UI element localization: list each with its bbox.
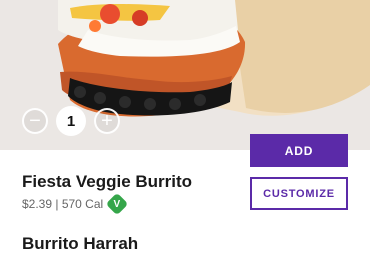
vegetarian-icon: V: [113, 198, 121, 210]
plus-icon: +: [101, 110, 113, 132]
item-title: Fiesta Veggie Burrito: [22, 172, 193, 191]
increment-button[interactable]: +: [94, 108, 120, 134]
quantity-value: 1: [56, 106, 86, 136]
customize-button[interactable]: CUSTOMIZE: [250, 177, 348, 210]
minus-icon: −: [29, 110, 41, 132]
add-button[interactable]: ADD: [250, 134, 348, 167]
item-meta: $2.39 | 570 Cal V: [22, 192, 129, 216]
quantity-stepper: − 1 +: [22, 106, 120, 136]
product-image: − 1 +: [0, 0, 370, 150]
vegetarian-badge: V: [105, 192, 129, 216]
decrement-button[interactable]: −: [22, 108, 48, 134]
next-item-title: Burrito Harrah: [22, 234, 139, 253]
price-calories: $2.39 | 570 Cal: [22, 197, 104, 211]
